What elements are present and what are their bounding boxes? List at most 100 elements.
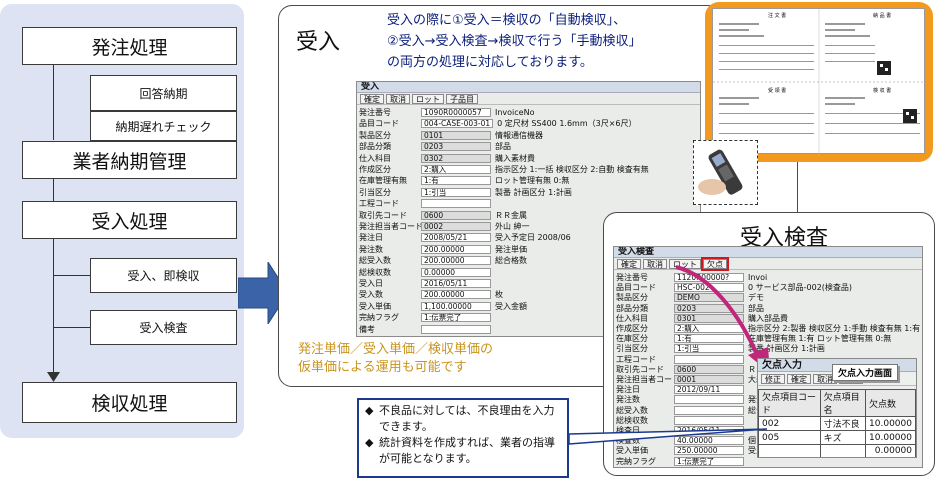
field-label: 作成区分 <box>359 165 391 174</box>
field-value[interactable]: 0.00000 <box>421 267 491 277</box>
form-row: 受入数 200.00000 枚 <box>359 290 503 300</box>
field-value[interactable]: 004-CASE-003-01 <box>421 119 494 129</box>
defect-count-cell[interactable]: 10.00000 <box>865 416 916 431</box>
field-value[interactable]: 0302 <box>421 153 491 163</box>
child-item-button[interactable]: 子品目 <box>446 93 478 104</box>
callout-bullet: ◆ 不良品に対しては、不良理由を入力できます。 <box>365 403 561 435</box>
flow-step-order: 発注処理 <box>22 27 237 65</box>
defect-screen-label: 欠点入力画面 <box>832 364 899 381</box>
defect-count-cell[interactable]: 0.00000 <box>865 444 916 457</box>
field-value[interactable]: 0600 <box>421 210 491 220</box>
documents-image: 注 文 書 納 品 書 受 領 書 検 収 書 <box>712 8 926 155</box>
form-row: 総検収数 <box>616 415 748 426</box>
field-label: 完納フラグ <box>359 313 399 323</box>
field-extra: 枚 <box>495 290 503 300</box>
receive-description: 受入の際に①受入＝検収の「自動検収」、 ②受入→受入検査→検収で行う「手動検収」… <box>387 10 707 73</box>
connector <box>53 239 54 377</box>
confirm-button[interactable]: 確定 <box>787 373 811 384</box>
flow-sub-label: 納期遅れチェック <box>115 119 212 134</box>
field-value[interactable]: 1:伝票完了 <box>674 456 744 466</box>
field-label: 仕入科目 <box>359 153 391 163</box>
column-header: 欠点項目コード <box>758 389 821 417</box>
field-label: 総検収数 <box>616 415 648 425</box>
defect-callout: ◆ 不良品に対しては、不良理由を入力できます。 ◆ 統計資料を作成すれば、業者の指導… <box>357 398 569 478</box>
form-row: 総検収数 0.00000 <box>359 267 495 278</box>
flow-sub-answer-date: 回答納期 <box>90 75 237 111</box>
field-extra: ロット管理有無 0:無 <box>495 176 570 186</box>
defect-name-cell: キズ <box>819 430 867 445</box>
form-row: 総受入数 200.00000 総合格数 <box>359 256 527 266</box>
field-value[interactable]: 200.00000 <box>421 256 491 266</box>
column-header: 欠点数 <box>865 389 916 417</box>
field-value[interactable]: 200.00000 <box>421 290 491 300</box>
description-line: 受入の際に①受入＝検収の「自動検収」、 <box>387 13 627 28</box>
field-value[interactable]: 2008/05/21 <box>421 233 491 243</box>
field-extra: 外山 紳一 <box>495 222 530 231</box>
field-value[interactable] <box>421 324 491 334</box>
form-row: 総受入数総合格 <box>616 405 772 416</box>
field-value[interactable]: 1:有 <box>421 176 491 186</box>
field-value[interactable] <box>674 415 744 425</box>
column-header: 欠点項目名 <box>819 389 867 417</box>
connector <box>53 275 90 276</box>
confirm-button[interactable]: 確定 <box>617 258 641 269</box>
edit-button[interactable]: 修正 <box>761 373 785 384</box>
defect-count-cell[interactable]: 10.00000 <box>865 430 916 445</box>
form-row: 完納フラグ 1:伝票完了 <box>616 456 748 467</box>
field-value[interactable]: 0002 <box>421 222 491 231</box>
form-row: 作成区分 2:購入 指示区分 1:一括 検収区分 2:自動 検査有無 <box>359 165 649 175</box>
flow-step-label: 検収処理 <box>91 393 168 415</box>
field-extra: 総合格数 <box>495 256 527 266</box>
field-value[interactable]: 0203 <box>421 142 491 152</box>
flow-step-label: 受入処理 <box>91 210 168 233</box>
field-label: 発注担当者コード <box>359 222 423 231</box>
table-row[interactable]: 0.00000 <box>758 444 916 457</box>
field-label: 製品区分 <box>359 130 391 140</box>
defect-table: 欠点項目コード 欠点項目名 欠点数 002 寸法不良 10.00000 005 … <box>758 389 916 457</box>
form-row: 発注日 2008/05/21 受入予定日 2008/06 <box>359 233 571 243</box>
field-value[interactable] <box>421 199 491 209</box>
field-extra: 部品 <box>495 142 511 152</box>
confirm-button[interactable]: 確定 <box>360 93 384 104</box>
window-title: 受入 <box>357 82 700 93</box>
field-label: 取引先コード <box>359 210 407 220</box>
defect-name-cell: 寸法不良 <box>819 416 867 431</box>
description-line: ②受入→受入検査→検収で行う「手動検収」 <box>387 34 642 49</box>
table-row[interactable]: 002 寸法不良 10.00000 <box>758 416 916 431</box>
field-value[interactable]: 2016/05/11 <box>421 279 491 288</box>
flow-sub-late-check: 納期遅れチェック <box>90 111 237 141</box>
down-arrow-icon <box>47 372 60 382</box>
connector <box>53 65 54 140</box>
lot-button[interactable]: ロット <box>412 93 444 104</box>
field-extra: ＲＲ金属 <box>495 210 527 220</box>
form-row: 引当区分 1:引当 製番 計画区分 1:計画 <box>359 187 572 198</box>
table-row[interactable]: 005 キズ 10.00000 <box>758 430 916 445</box>
field-value[interactable]: 1:伝票完了 <box>421 313 491 323</box>
field-label: 備考 <box>359 324 375 334</box>
field-value[interactable] <box>674 405 744 415</box>
field-value[interactable]: 1:引当 <box>421 187 491 197</box>
field-value[interactable]: 2012/09/11 <box>674 385 744 395</box>
field-extra: 指示区分 1:一括 検収区分 2:自動 検査有無 <box>495 165 649 174</box>
flow-step-label: 発注処理 <box>91 36 168 59</box>
table-header-row: 欠点項目コード 欠点項目名 欠点数 <box>758 389 916 417</box>
field-value[interactable]: 0101 <box>421 130 491 140</box>
scanner-frame <box>693 140 758 205</box>
field-label: 工程コード <box>359 199 399 209</box>
cancel-button[interactable]: 取消 <box>386 93 410 104</box>
field-label: 在庫管理有無 <box>359 176 407 186</box>
field-label: 完納フラグ <box>616 456 656 466</box>
flow-sub-inspection: 受入検査 <box>90 310 237 345</box>
flow-step-label: 業者納期管理 <box>72 150 187 173</box>
field-label: 受入数 <box>359 290 383 300</box>
field-label: 発注数 <box>359 244 383 254</box>
form-row: 備考 <box>359 324 495 335</box>
field-value[interactable]: 1090R0000057 <box>421 108 491 117</box>
callout-pointer <box>569 428 768 445</box>
field-value[interactable]: 2:購入 <box>421 165 491 174</box>
field-value[interactable] <box>674 395 744 405</box>
field-label: 総受入数 <box>359 256 391 266</box>
form-row: 受入単価 1,100.00000 受入金額 <box>359 301 527 312</box>
field-value[interactable]: 200.00000 <box>421 244 491 254</box>
field-value[interactable]: 1,100.00000 <box>421 301 491 311</box>
